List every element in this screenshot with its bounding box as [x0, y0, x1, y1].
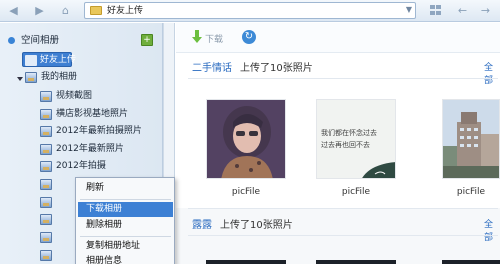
back-arrow-icon[interactable]: ← — [455, 4, 470, 18]
menu-item-refresh[interactable]: 刷新 — [78, 181, 173, 196]
divider — [188, 208, 498, 209]
view-all-link[interactable]: 全部 — [484, 217, 500, 243]
photo-caption: picFile — [231, 187, 261, 197]
uploader-name-link[interactable]: 二手情话 — [192, 59, 232, 74]
uploader-name-link[interactable]: 露露 — [192, 216, 212, 231]
album-icon — [40, 91, 52, 102]
sidebar-item-friend-upload[interactable]: 好友上传 — [22, 52, 76, 67]
album-item[interactable] — [40, 177, 70, 192]
title-bar: ◀ ▶ ⌂ 好友上传 ▼ ← → — [0, 0, 500, 22]
section-text: 上传了10张照片 — [240, 63, 313, 74]
menu-separator — [80, 199, 171, 200]
album-item[interactable]: 2012年最新拍摄照片 — [40, 124, 158, 139]
album-label: 2012年最新照片 — [56, 144, 124, 154]
add-album-icon[interactable]: + — [141, 34, 153, 46]
download-icon[interactable] — [192, 30, 202, 44]
menu-item-album-info[interactable]: 相册信息 — [78, 254, 173, 264]
folder-icon — [90, 6, 102, 15]
download-button[interactable]: 下载 — [205, 32, 223, 45]
forward-arrow-icon[interactable]: → — [478, 4, 493, 18]
photo-thumbnail[interactable] — [442, 99, 500, 179]
grid-view-icon[interactable] — [430, 5, 442, 16]
album-icon — [40, 161, 52, 172]
sidebar-item-my-albums[interactable]: 我的相册 — [25, 70, 105, 85]
album-icon — [40, 250, 52, 261]
portrait-image — [207, 100, 285, 178]
collapse-triangle-icon[interactable] — [17, 77, 23, 81]
sidebar-item-label: 好友上传 — [40, 55, 77, 65]
album-icon — [40, 214, 52, 225]
album-item[interactable]: 横店影视基地照片 — [40, 107, 158, 122]
album-label: 横店影视基地照片 — [56, 109, 129, 119]
photo-thumbnail[interactable] — [316, 260, 396, 264]
sidebar-item-space-album[interactable]: 空间相册 — [8, 33, 128, 48]
photo-thumbnail[interactable] — [206, 260, 286, 264]
address-path: 好友上传 — [107, 6, 144, 16]
section-2: 露露 上传了10张照片 全部 — [176, 208, 500, 264]
chevron-down-icon[interactable]: ▼ — [406, 5, 412, 14]
menu-item-copy-album-address[interactable]: 复制相册地址 — [78, 239, 173, 254]
quote-line: 过去再也回不去 — [321, 141, 370, 149]
sidebar-item-label: 我的相册 — [41, 72, 78, 82]
context-menu: 刷新 下载相册 删除相册 复制相册地址 相册信息 — [75, 177, 175, 264]
photo-caption: picFile — [341, 187, 371, 197]
album-icon — [40, 197, 52, 208]
toolbar: 下载 ↻ — [176, 23, 500, 53]
view-all-link[interactable]: 全部 — [484, 60, 500, 86]
photo-thumbnail[interactable] — [442, 260, 500, 264]
section-header: 二手情话 上传了10张照片 全部 — [176, 56, 500, 86]
album-label: 2012年拍摄 — [56, 161, 106, 171]
album-item[interactable]: 2012年最新照片 — [40, 142, 158, 157]
photo-caption: picFile — [456, 187, 486, 197]
menu-item-download-album[interactable]: 下载相册 — [78, 202, 173, 217]
album-item[interactable]: 视频截图 — [40, 89, 150, 104]
album-icon — [40, 109, 52, 120]
divider — [188, 78, 498, 79]
section-text: 上传了10张照片 — [220, 220, 293, 231]
sidebar-item-label: 空间相册 — [21, 35, 60, 46]
quote-line: 我们都在怀念过去 — [321, 129, 377, 137]
album-icon — [25, 72, 37, 83]
photo-thumbnail[interactable] — [206, 99, 286, 179]
album-item[interactable] — [40, 195, 70, 210]
menu-separator — [80, 236, 171, 237]
album-item[interactable] — [40, 248, 70, 263]
album-icon — [40, 232, 52, 243]
section-header: 露露 上传了10张照片 全部 — [176, 213, 500, 243]
album-item[interactable]: 2012年拍摄 — [40, 159, 158, 174]
album-item[interactable] — [40, 212, 70, 227]
home-icon[interactable]: ⌂ — [58, 4, 73, 18]
album-icon — [40, 144, 52, 155]
album-label: 2012年最新拍摄照片 — [56, 126, 142, 136]
people-icon — [25, 55, 37, 66]
photo-thumbnail[interactable]: 我们都在怀念过去 过去再也回不去 — [316, 99, 396, 179]
album-icon — [40, 179, 52, 190]
divider — [188, 235, 498, 236]
refresh-icon[interactable]: ↻ — [242, 30, 256, 44]
expand-icon[interactable] — [8, 37, 15, 44]
main-panel: 下载 ↻ 二手情话 上传了10张照片 全部 picFile 我们都在怀念过去 过 — [176, 23, 500, 264]
menu-item-delete-album[interactable]: 删除相册 — [78, 218, 173, 233]
back-arrow-icon[interactable]: ◀ — [6, 4, 21, 18]
album-label: 视频截图 — [56, 91, 93, 101]
forward-arrow-icon[interactable]: ▶ — [32, 4, 47, 18]
building-image — [443, 100, 499, 178]
address-bar[interactable]: 好友上传 ▼ — [84, 2, 416, 19]
album-item[interactable] — [40, 230, 70, 245]
album-icon — [40, 126, 52, 137]
